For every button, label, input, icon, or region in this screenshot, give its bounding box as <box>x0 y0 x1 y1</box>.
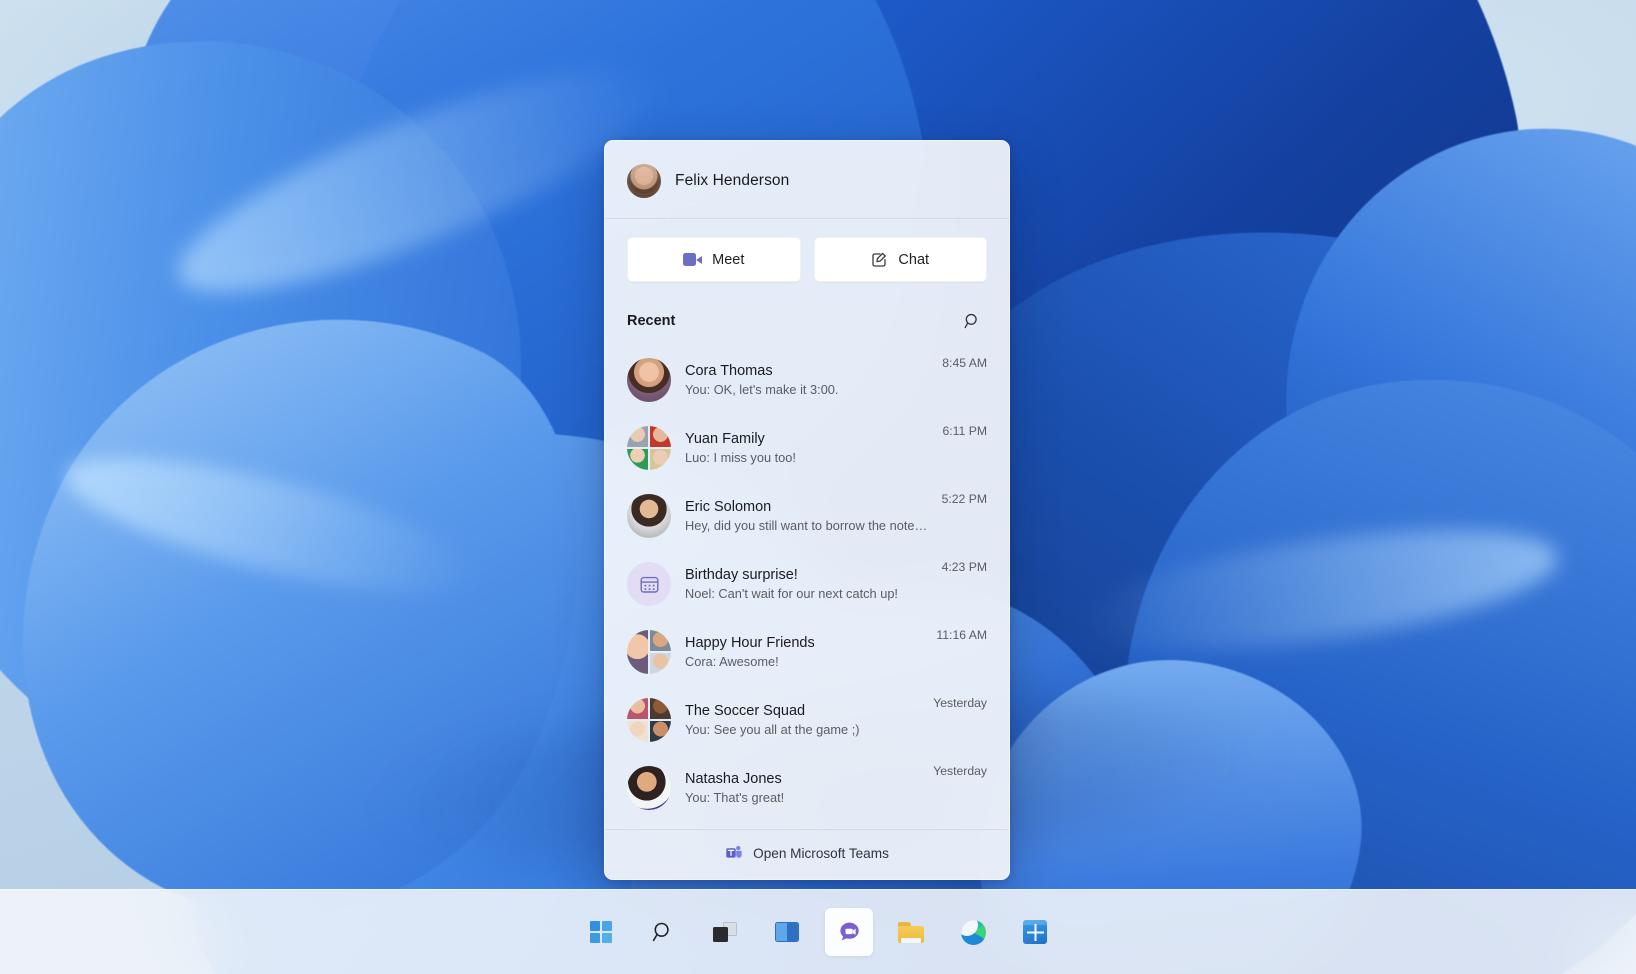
chat-title: Cora Thomas <box>685 363 773 379</box>
list-item-text: Cora Thomas You: OK, let's make it 3:00. <box>685 363 928 397</box>
microsoft-teams-icon <box>725 844 743 862</box>
chat-title: Happy Hour Friends <box>685 635 815 651</box>
chat-title: Natasha Jones <box>685 771 782 787</box>
avatar <box>627 164 661 198</box>
chat-preview: Noel: Can't wait for our next catch up! <box>685 586 898 601</box>
chat-preview: Luo: I miss you too! <box>685 450 796 465</box>
chat-timestamp: 5:22 PM <box>941 492 987 506</box>
action-row: Meet Chat <box>605 219 1009 298</box>
widgets-button[interactable] <box>763 908 811 956</box>
chat-timestamp: Yesterday <box>933 696 987 710</box>
video-camera-icon <box>683 253 703 266</box>
list-item-text: Eric Solomon Hey, did you still want to … <box>685 499 928 533</box>
start-button[interactable] <box>577 908 625 956</box>
list-item[interactable]: Natasha Jones You: That's great! Yesterd… <box>611 754 1003 822</box>
list-item[interactable]: Cora Thomas You: OK, let's make it 3:00.… <box>611 346 1003 414</box>
avatar <box>627 426 671 470</box>
list-item-text: Happy Hour Friends Cora: Awesome! <box>685 635 922 669</box>
avatar <box>627 358 671 402</box>
microsoft-edge-icon <box>960 919 986 945</box>
chat-preview: You: That's great! <box>685 790 785 805</box>
desktop-screen: Felix Henderson Meet Chat Recent Cora Th… <box>0 0 1636 974</box>
chat-preview: You: See you all at the game ;) <box>685 722 860 737</box>
search-button[interactable] <box>639 908 687 956</box>
windows-start-icon <box>590 921 612 943</box>
chat-timestamp: Yesterday <box>933 764 987 778</box>
chat-button-label: Chat <box>898 251 930 268</box>
avatar <box>627 494 671 538</box>
compose-chat-icon <box>871 251 888 268</box>
chat-preview: Cora: Awesome! <box>685 654 779 669</box>
recent-label: Recent <box>627 313 676 329</box>
store-button[interactable] <box>1011 908 1059 956</box>
page-title: Felix Henderson <box>675 172 790 189</box>
open-microsoft-teams-link[interactable]: Open Microsoft Teams <box>605 829 1009 879</box>
task-view-icon <box>713 922 737 942</box>
folder-icon <box>898 921 924 943</box>
chat-title: Eric Solomon <box>685 499 772 515</box>
chat-title: Yuan Family <box>685 431 765 447</box>
flyout-header: Felix Henderson <box>605 141 1009 219</box>
chat-button[interactable]: Chat <box>813 237 987 282</box>
calendar-icon <box>627 562 671 606</box>
list-item-text: Yuan Family Luo: I miss you too! <box>685 431 929 465</box>
chat-timestamp: 11:16 AM <box>936 628 987 642</box>
widgets-icon <box>775 922 799 942</box>
teams-chat-button[interactable] <box>825 908 873 956</box>
edge-button[interactable] <box>949 908 997 956</box>
open-microsoft-teams-label: Open Microsoft Teams <box>753 845 889 861</box>
chat-timestamp: 4:23 PM <box>941 560 987 574</box>
taskbar <box>0 889 1636 974</box>
avatar <box>627 698 671 742</box>
chat-title: Birthday surprise! <box>685 567 798 583</box>
list-item-text: Natasha Jones You: That's great! <box>685 771 919 805</box>
search-icon <box>964 313 977 329</box>
chat-timestamp: 8:45 AM <box>942 356 987 370</box>
teams-chat-flyout: Felix Henderson Meet Chat Recent Cora Th… <box>604 140 1010 880</box>
task-view-button[interactable] <box>701 908 749 956</box>
meet-button-label: Meet <box>712 251 745 268</box>
list-item[interactable]: Eric Solomon Hey, did you still want to … <box>611 482 1003 550</box>
taskbar-icon-group <box>577 908 1059 956</box>
search-button[interactable] <box>957 306 987 336</box>
list-item-text: Birthday surprise! Noel: Can't wait for … <box>685 567 928 601</box>
list-item-text: The Soccer Squad You: See you all at the… <box>685 703 919 737</box>
microsoft-store-icon <box>1023 920 1047 944</box>
list-item[interactable]: Yuan Family Luo: I miss you too! 6:11 PM <box>611 414 1003 482</box>
chat-preview: Hey, did you still want to borrow the no… <box>685 518 928 533</box>
list-item[interactable]: The Soccer Squad You: See you all at the… <box>611 686 1003 754</box>
chat-preview: You: OK, let's make it 3:00. <box>685 382 839 397</box>
chat-timestamp: 6:11 PM <box>942 424 987 438</box>
list-item[interactable]: Happy Hour Friends Cora: Awesome! 11:16 … <box>611 618 1003 686</box>
file-explorer-button[interactable] <box>887 908 935 956</box>
avatar <box>627 766 671 810</box>
search-icon <box>652 922 669 942</box>
chat-title: The Soccer Squad <box>685 703 806 719</box>
meet-button[interactable]: Meet <box>627 237 801 282</box>
recent-chat-list[interactable]: Cora Thomas You: OK, let's make it 3:00.… <box>605 346 1009 829</box>
list-item[interactable]: Birthday surprise! Noel: Can't wait for … <box>611 550 1003 618</box>
avatar <box>627 630 671 674</box>
recent-header-row: Recent <box>605 298 1009 346</box>
teams-chat-icon <box>837 920 862 945</box>
